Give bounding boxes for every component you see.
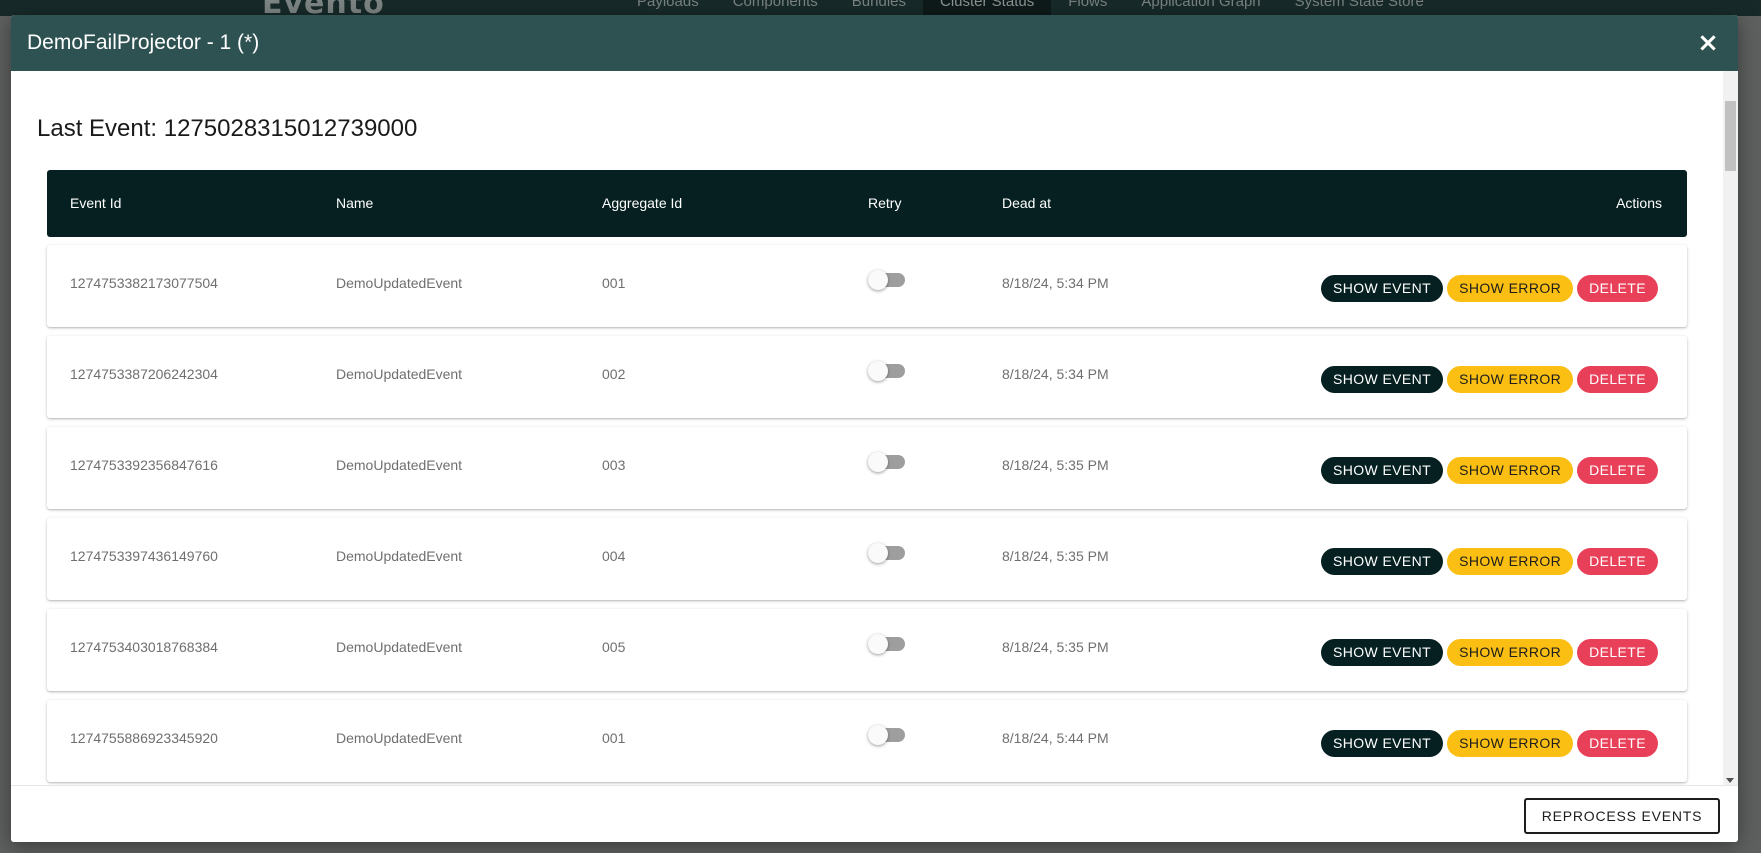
retry-toggle[interactable] — [868, 725, 905, 745]
show-error-button[interactable]: SHOW ERROR — [1447, 366, 1574, 393]
event-name: DemoUpdatedEvent — [336, 548, 463, 564]
nav-item-system-state-store: System State Store — [1294, 0, 1424, 10]
show-event-button[interactable]: SHOW EVENT — [1321, 639, 1444, 666]
delete-button[interactable]: DELETE — [1577, 366, 1658, 393]
background-menu: Payloads Components Bundles Cluster Status F… — [620, 0, 1441, 16]
show-error-button[interactable]: SHOW ERROR — [1447, 457, 1574, 484]
show-event-button[interactable]: SHOW EVENT — [1321, 730, 1444, 757]
dead-at: 8/18/24, 5:35 PM — [1002, 457, 1109, 473]
modal-footer: REPROCESS EVENTS — [11, 785, 1738, 842]
show-error-button[interactable]: SHOW ERROR — [1447, 730, 1574, 757]
aggregate-id: 001 — [602, 275, 626, 291]
table-header: Event Id Name Aggregate Id Retry Dead at… — [47, 170, 1687, 237]
toggle-knob — [868, 270, 888, 290]
scroll-down-icon[interactable] — [1726, 778, 1734, 783]
retry-toggle[interactable] — [868, 452, 905, 472]
modal-body: Last Event: 1275028315012739000 Event Id… — [11, 71, 1723, 785]
nav-item-bundles: Bundles — [851, 0, 906, 10]
toggle-knob — [868, 361, 888, 381]
row-actions: SHOW EVENT SHOW ERROR DELETE — [1321, 730, 1658, 757]
nav-item-application-graph: Application Graph — [1141, 0, 1261, 10]
dead-at: 8/18/24, 5:44 PM — [1002, 730, 1109, 746]
aggregate-id: 004 — [602, 548, 626, 564]
event-list: 1274753382173077504 DemoUpdatedEvent 001 8/… — [47, 245, 1687, 785]
event-row: 1274753392356847616 DemoUpdatedEvent 003 8/… — [47, 427, 1687, 509]
dead-at: 8/18/24, 5:34 PM — [1002, 275, 1109, 291]
header-event-id: Event Id — [70, 195, 122, 211]
event-row: 1274753397436149760 DemoUpdatedEvent 004 8/… — [47, 518, 1687, 600]
event-id: 1274753382173077504 — [70, 275, 218, 291]
close-icon[interactable]: × — [1694, 30, 1722, 56]
modal-title: DemoFailProjector - 1 (*) — [27, 31, 260, 54]
retry-toggle[interactable] — [868, 361, 905, 381]
row-actions: SHOW EVENT SHOW ERROR DELETE — [1321, 457, 1658, 484]
nav-item-cluster-status: Cluster Status — [923, 0, 1052, 16]
dead-at: 8/18/24, 5:35 PM — [1002, 639, 1109, 655]
event-name: DemoUpdatedEvent — [336, 730, 463, 746]
modal-header: DemoFailProjector - 1 (*) × — [11, 15, 1738, 71]
show-error-button[interactable]: SHOW ERROR — [1447, 275, 1574, 302]
scrollbar-thumb[interactable] — [1725, 101, 1736, 171]
row-actions: SHOW EVENT SHOW ERROR DELETE — [1321, 366, 1658, 393]
delete-button[interactable]: DELETE — [1577, 457, 1658, 484]
retry-toggle[interactable] — [868, 634, 905, 654]
reprocess-events-button[interactable]: REPROCESS EVENTS — [1524, 798, 1720, 834]
nav-item-payloads: Payloads — [637, 0, 699, 10]
header-name: Name — [336, 195, 374, 211]
show-event-button[interactable]: SHOW EVENT — [1321, 457, 1444, 484]
delete-button[interactable]: DELETE — [1577, 730, 1658, 757]
show-error-button[interactable]: SHOW ERROR — [1447, 548, 1574, 575]
event-id: 1274753403018768384 — [70, 639, 218, 655]
delete-button[interactable]: DELETE — [1577, 275, 1658, 302]
event-name: DemoUpdatedEvent — [336, 275, 463, 291]
row-actions: SHOW EVENT SHOW ERROR DELETE — [1321, 548, 1658, 575]
dead-at: 8/18/24, 5:35 PM — [1002, 548, 1109, 564]
row-actions: SHOW EVENT SHOW ERROR DELETE — [1321, 639, 1658, 666]
toggle-knob — [868, 634, 888, 654]
show-event-button[interactable]: SHOW EVENT — [1321, 548, 1444, 575]
last-event-label: Last Event: 1275028315012739000 — [37, 115, 418, 142]
header-dead-at: Dead at — [1002, 195, 1052, 211]
aggregate-id: 003 — [602, 457, 626, 473]
nav-item-components: Components — [732, 0, 818, 10]
event-name: DemoUpdatedEvent — [336, 366, 463, 382]
delete-button[interactable]: DELETE — [1577, 639, 1658, 666]
delete-button[interactable]: DELETE — [1577, 548, 1658, 575]
header-aggregate-id: Aggregate Id — [602, 195, 683, 211]
retry-toggle[interactable] — [868, 270, 905, 290]
row-actions: SHOW EVENT SHOW ERROR DELETE — [1321, 275, 1658, 302]
show-event-button[interactable]: SHOW EVENT — [1321, 366, 1444, 393]
aggregate-id: 002 — [602, 366, 626, 382]
event-id: 1274753392356847616 — [70, 457, 218, 473]
nav-item-flows: Flows — [1068, 0, 1108, 10]
event-row: 1274753382173077504 DemoUpdatedEvent 001 8/… — [47, 245, 1687, 327]
scrollbar[interactable] — [1723, 71, 1738, 785]
event-id: 1274753397436149760 — [70, 548, 218, 564]
event-row: 1274753387206242304 DemoUpdatedEvent 002 8/… — [47, 336, 1687, 418]
header-retry: Retry — [868, 195, 902, 211]
toggle-knob — [868, 452, 888, 472]
toggle-knob — [868, 543, 888, 563]
event-id: 1274753387206242304 — [70, 366, 218, 382]
aggregate-id: 005 — [602, 639, 626, 655]
event-row: 1274755886923345920 DemoUpdatedEvent 001 8/… — [47, 700, 1687, 782]
dead-events-modal: DemoFailProjector - 1 (*) × Last Event: … — [11, 15, 1738, 842]
show-error-button[interactable]: SHOW ERROR — [1447, 639, 1574, 666]
header-actions: Actions — [1616, 195, 1662, 211]
retry-toggle[interactable] — [868, 543, 905, 563]
aggregate-id: 001 — [602, 730, 626, 746]
event-name: DemoUpdatedEvent — [336, 457, 463, 473]
event-id: 1274755886923345920 — [70, 730, 218, 746]
background-navbar: Evento Payloads Components Bundles Cluster … — [0, 0, 1761, 16]
app-logo: Evento — [262, 0, 385, 16]
event-name: DemoUpdatedEvent — [336, 639, 463, 655]
dead-at: 8/18/24, 5:34 PM — [1002, 366, 1109, 382]
toggle-knob — [868, 725, 888, 745]
show-event-button[interactable]: SHOW EVENT — [1321, 275, 1444, 302]
event-row: 1274753403018768384 DemoUpdatedEvent 005 8/… — [47, 609, 1687, 691]
